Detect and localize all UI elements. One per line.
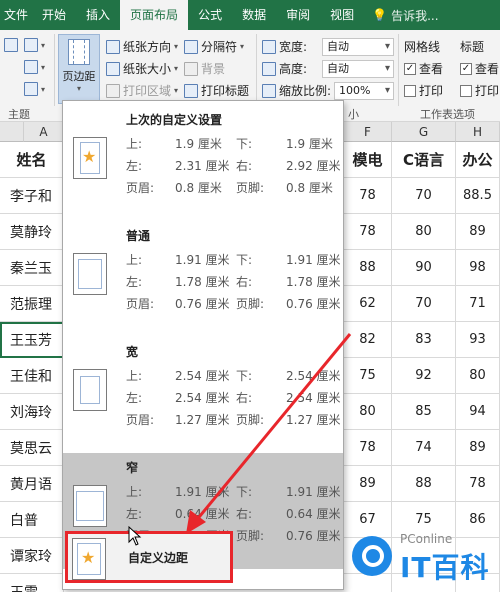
pconline-watermark: PConline IT百科 [348,528,498,590]
watermark-small-text: PConline [400,532,453,546]
pconline-logo-icon [352,536,392,576]
watermark-big-text: IT百科 [400,551,490,584]
annotation-arrow [186,333,352,534]
